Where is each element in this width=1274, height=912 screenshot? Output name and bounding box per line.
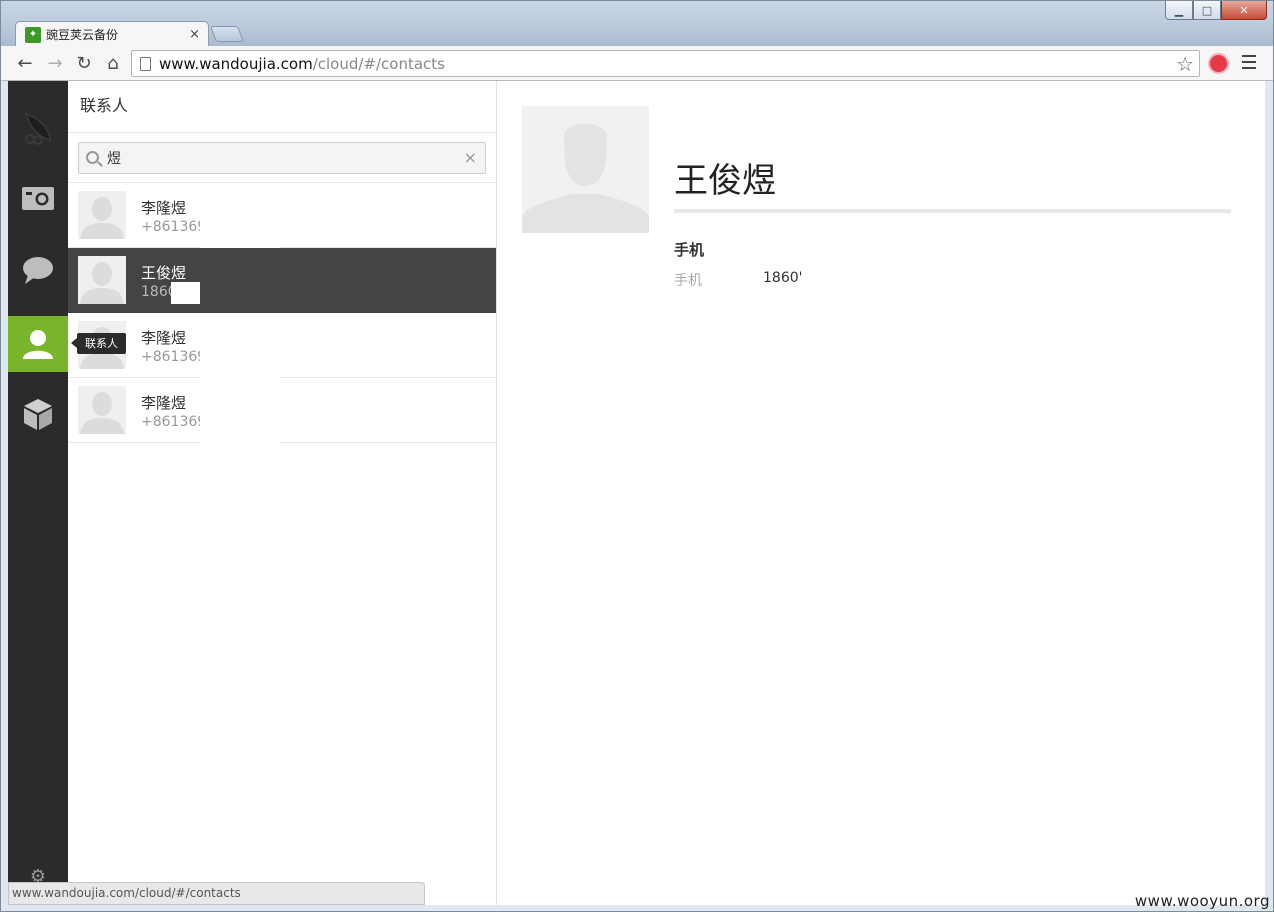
phone-field-label: 手机 [674, 273, 702, 289]
forward-arrow-icon[interactable]: → [43, 52, 67, 74]
contact-name: 王俊煜 [141, 264, 187, 282]
reload-icon[interactable]: ↻ [72, 52, 96, 74]
avatar [78, 256, 126, 304]
page-icon [140, 56, 151, 71]
contact-row[interactable]: 李隆煜 +861369 [68, 378, 496, 443]
minimize-button[interactable]: ▁ [1165, 1, 1193, 20]
url-host: www.wandoujia.com [159, 54, 313, 73]
window-controls: ▁ □ ✕ [1165, 1, 1267, 20]
contact-detail-pane: 王俊煜 手机 手机 1860' [498, 81, 1265, 905]
menu-icon[interactable] [1242, 55, 1256, 69]
contact-name: 李隆煜 [141, 329, 187, 347]
contact-row-selected[interactable]: 王俊煜 1860 [68, 248, 496, 313]
back-arrow-icon[interactable]: ← [13, 52, 37, 74]
contact-phone: +861369 [141, 349, 207, 365]
search-icon [86, 151, 99, 164]
contacts-tooltip: 联系人 [71, 333, 126, 354]
list-header: 联系人 [68, 81, 496, 133]
message-bubble-icon[interactable] [8, 243, 68, 299]
url-path: /cloud/#/contacts [312, 54, 446, 73]
redaction-block [171, 282, 200, 304]
title-bar: ▁ □ ✕ ✦ 豌豆荚云备份 × [1, 1, 1273, 47]
home-icon[interactable]: ⌂ [101, 52, 125, 74]
redaction-block [200, 313, 280, 378]
tab-close-icon[interactable]: × [189, 27, 200, 42]
wandoujia-favicon-icon: ✦ [25, 26, 41, 43]
avatar [78, 191, 126, 239]
redaction-block [200, 183, 280, 248]
contact-row[interactable]: 李隆煜 +861369 [68, 183, 496, 248]
close-window-button[interactable]: ✕ [1221, 1, 1267, 20]
nav-rail: ⚙ [8, 81, 68, 905]
new-tab-button[interactable] [210, 26, 244, 42]
phone-field-value[interactable]: 1860' [763, 270, 802, 286]
maximize-button[interactable]: □ [1193, 1, 1221, 20]
divider [674, 209, 1231, 213]
contacts-person-icon[interactable] [8, 316, 68, 372]
clear-search-icon[interactable]: × [464, 148, 477, 167]
detail-avatar [522, 106, 649, 233]
browser-tab[interactable]: ✦ 豌豆荚云备份 × [15, 21, 209, 47]
redaction-block [200, 378, 280, 443]
address-bar[interactable]: www.wandoujia.com/cloud/#/contacts ☆ [131, 50, 1200, 77]
tab-title: 豌豆荚云备份 [46, 28, 119, 42]
contact-name: 李隆煜 [141, 394, 187, 412]
contact-phone: +861369 [141, 414, 207, 430]
contact-detail-name: 王俊煜 [674, 161, 776, 201]
avatar [78, 386, 126, 434]
extension-icon[interactable] [1210, 55, 1227, 72]
watermark: www.wooyun.org [1134, 892, 1270, 910]
contact-name: 李隆煜 [141, 199, 187, 217]
app-area: ⚙ 联系人 联系人 × 李隆煜 +861369 王俊煜 1860 李隆 [8, 81, 1265, 905]
contact-row[interactable]: 李隆煜 +861369 [68, 313, 496, 378]
contact-list-pane: 联系人 × 李隆煜 +861369 王俊煜 1860 李隆煜 +861369 [68, 81, 497, 905]
search-box: × [78, 142, 486, 174]
app-box-icon[interactable] [8, 386, 68, 442]
browser-toolbar: ← → ↻ ⌂ www.wandoujia.com/cloud/#/contac… [1, 46, 1273, 81]
contact-phone: +861369 [141, 219, 207, 235]
wandoujia-logo-icon[interactable] [8, 100, 68, 156]
phone-section-title: 手机 [674, 241, 705, 259]
camera-icon[interactable] [8, 170, 68, 226]
search-input[interactable] [107, 143, 457, 173]
bookmark-star-icon[interactable]: ☆ [1176, 52, 1194, 76]
search-bar: × [68, 133, 496, 183]
status-bar-url: www.wandoujia.com/cloud/#/contacts [8, 882, 425, 905]
